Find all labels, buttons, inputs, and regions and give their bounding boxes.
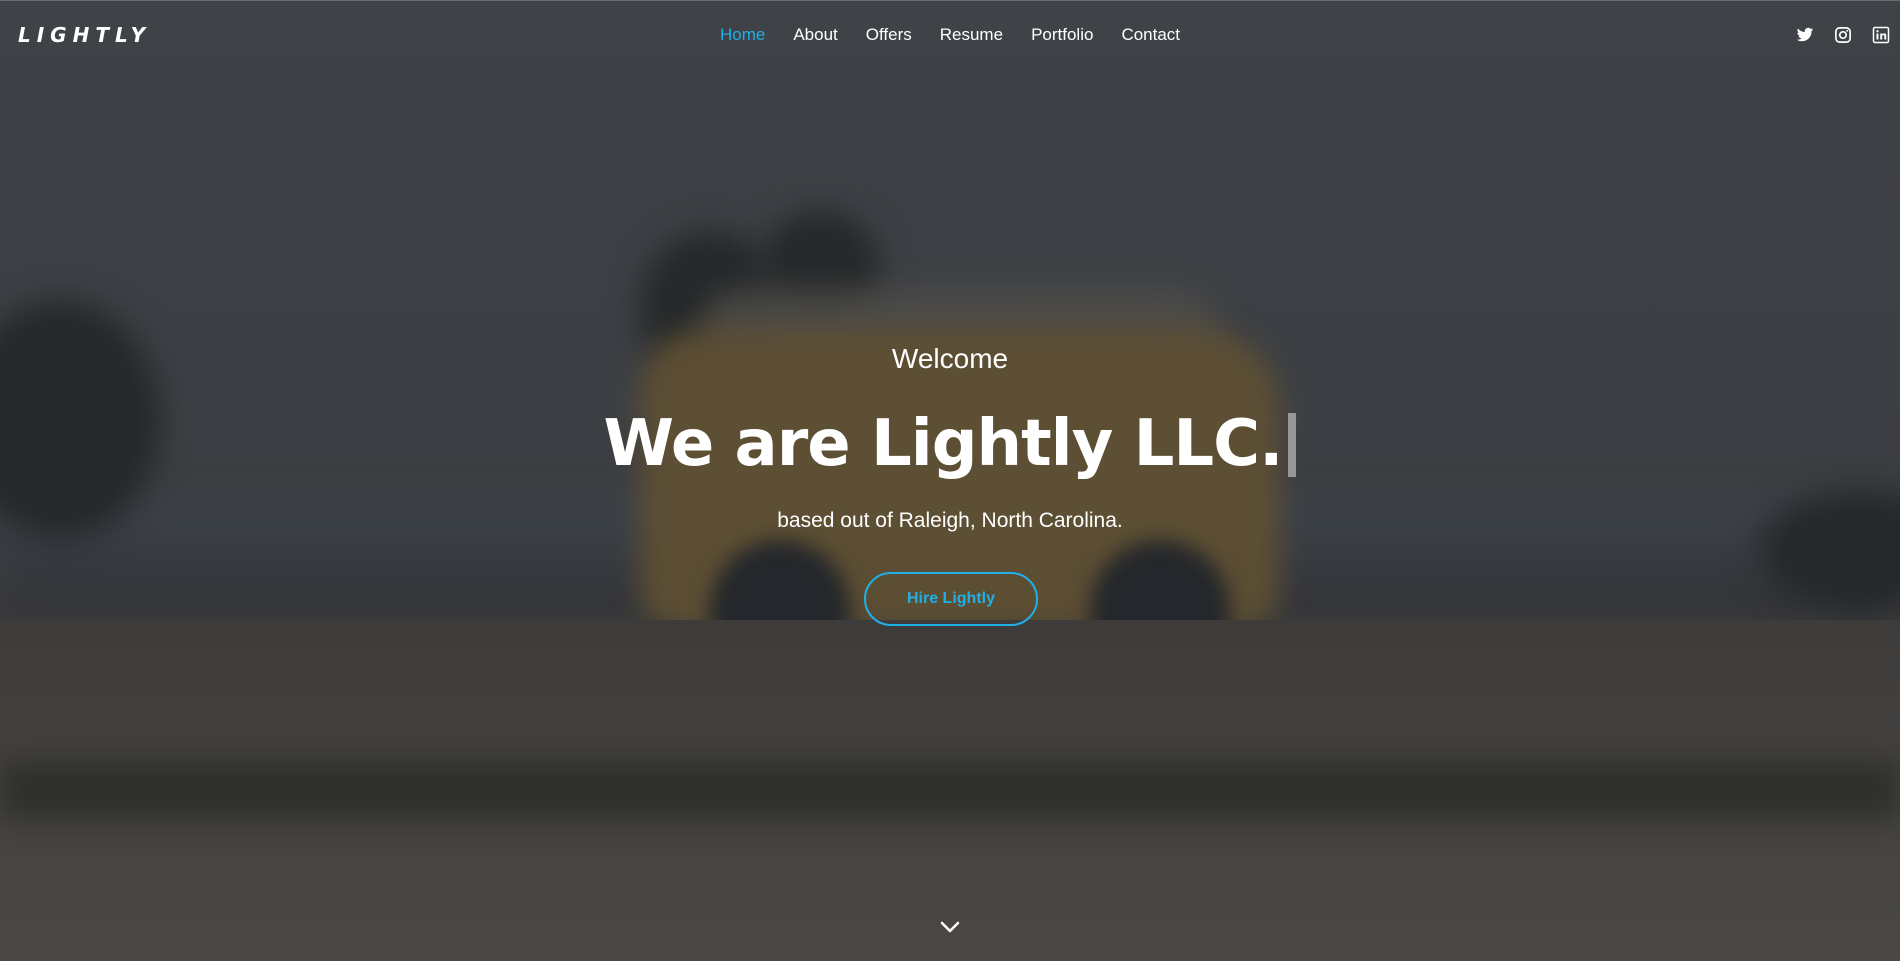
chevron-down-icon[interactable] bbox=[938, 915, 962, 939]
hero-section: Welcome We are Lightly LLC. based out of… bbox=[0, 0, 1900, 961]
twitter-icon[interactable] bbox=[1796, 26, 1814, 44]
typing-cursor bbox=[1288, 413, 1297, 477]
linkedin-icon[interactable] bbox=[1872, 26, 1890, 44]
main-nav: Home About Offers Resume Portfolio Conta… bbox=[0, 25, 1900, 45]
nav-item-portfolio[interactable]: Portfolio bbox=[1031, 25, 1093, 45]
hero-headline: We are Lightly LLC. bbox=[603, 407, 1284, 481]
headline-container: We are Lightly LLC. bbox=[0, 405, 1900, 483]
nav-item-about[interactable]: About bbox=[793, 25, 837, 45]
welcome-heading: Welcome bbox=[891, 343, 1009, 374]
social-links bbox=[1796, 26, 1890, 44]
nav-item-resume[interactable]: Resume bbox=[940, 25, 1003, 45]
nav-item-home[interactable]: Home bbox=[720, 25, 765, 45]
nav-item-contact[interactable]: Contact bbox=[1121, 25, 1180, 45]
instagram-icon[interactable] bbox=[1834, 26, 1852, 44]
hero-subtitle: based out of Raleigh, North Carolina. bbox=[777, 509, 1123, 532]
nav-item-offers[interactable]: Offers bbox=[866, 25, 912, 45]
hire-button[interactable]: Hire Lightly bbox=[864, 572, 1038, 626]
site-header: LIGHTLY Home About Offers Resume Portfol… bbox=[0, 0, 1900, 70]
